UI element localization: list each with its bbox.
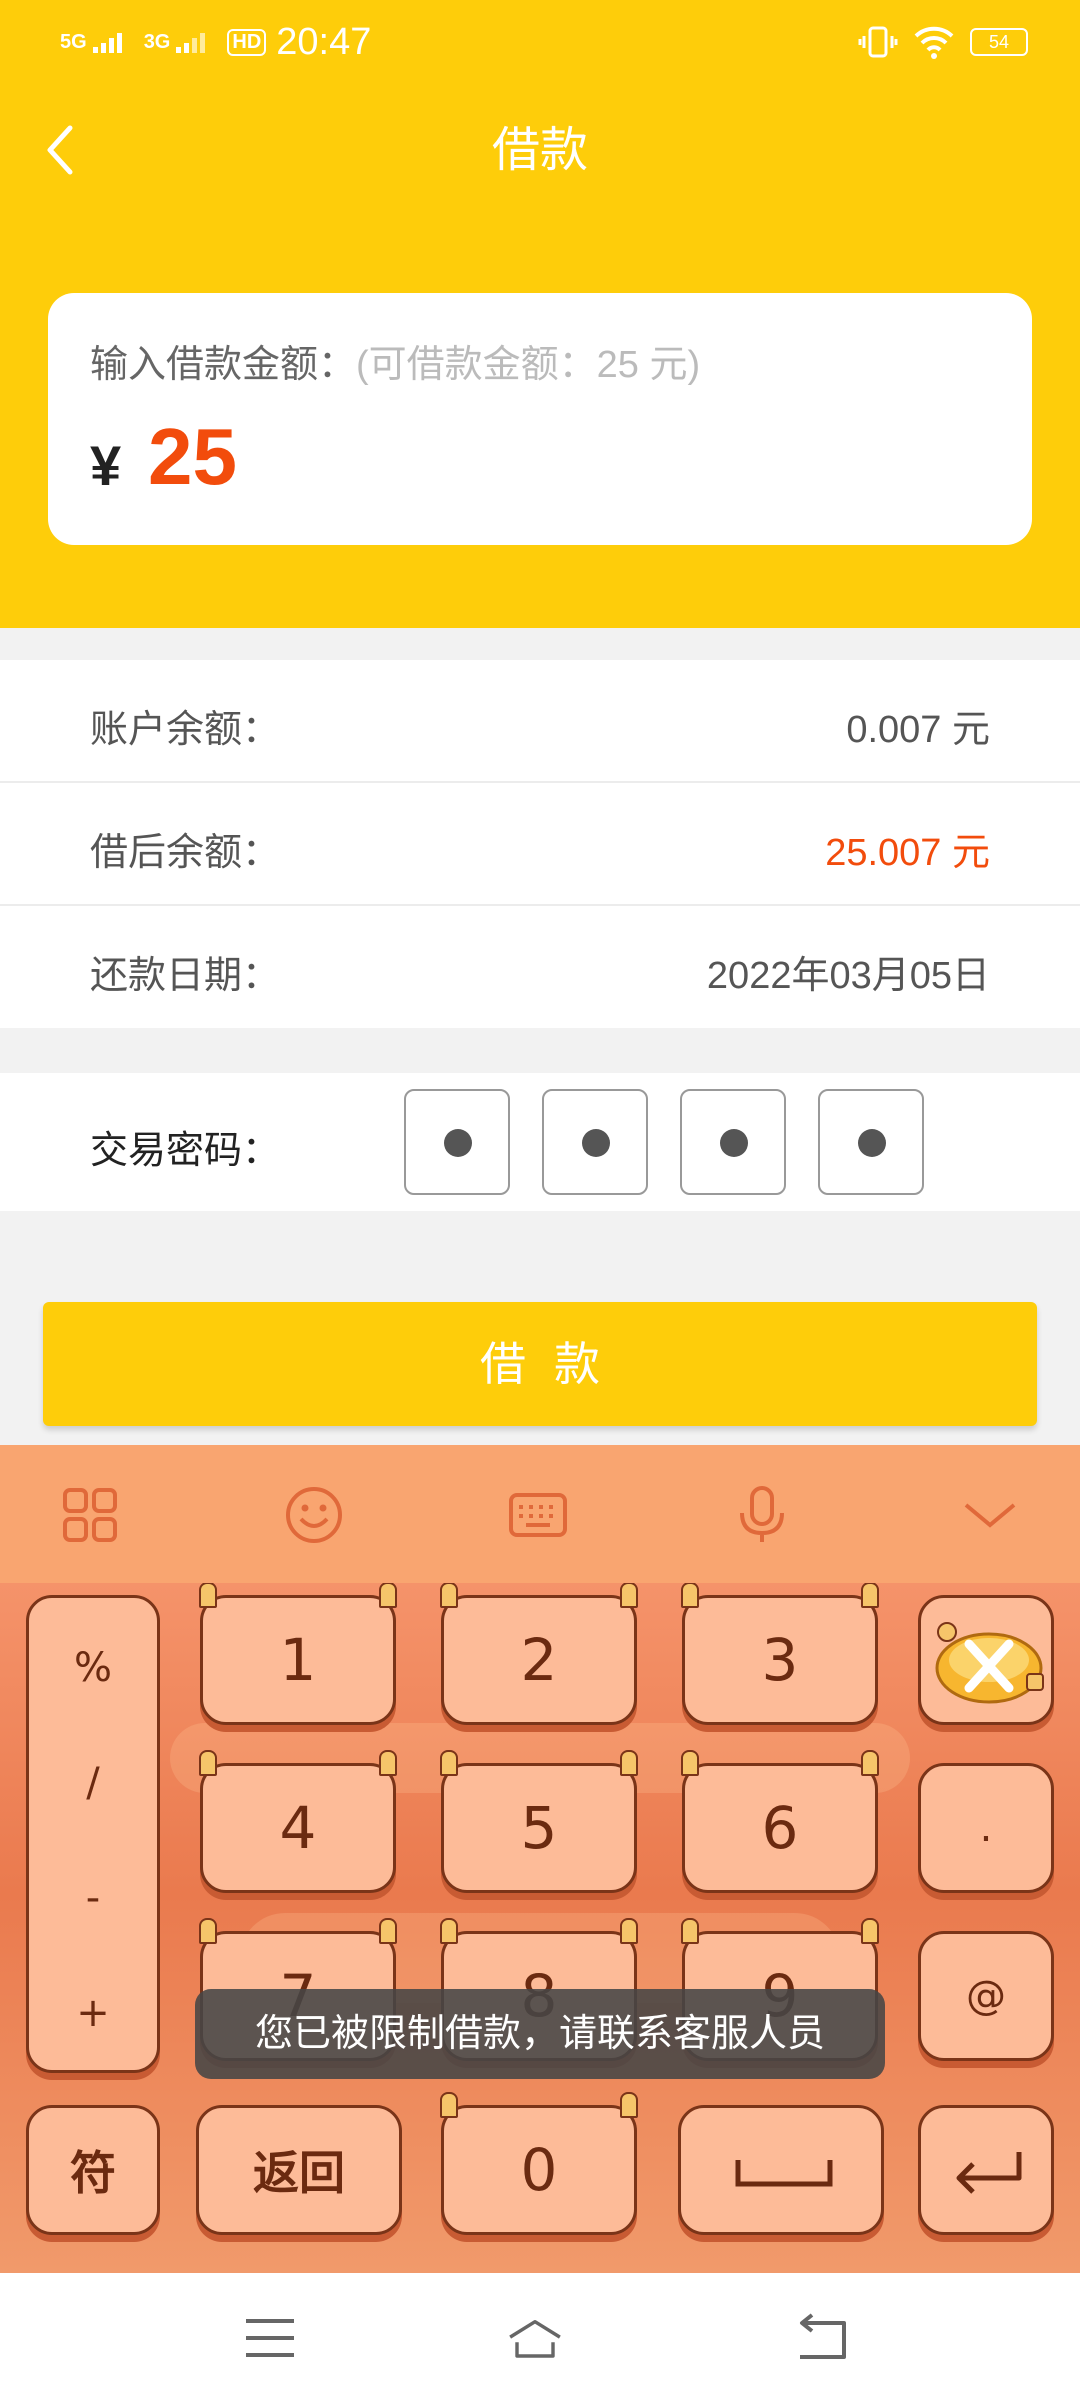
password-dot	[582, 1129, 610, 1157]
symbols-key-label: 符	[70, 2146, 116, 2200]
password-dot	[444, 1129, 472, 1157]
balance-after-row: 借后余额： 25.007 元	[0, 783, 1080, 905]
minus-key-label: -	[85, 1875, 101, 1921]
toast-message: 您已被限制借款，请联系客服人员	[195, 1989, 885, 2079]
signal-bars-icon	[92, 31, 122, 53]
key-3-label: 3	[761, 1626, 799, 1694]
available-amount-hint: (可借款金额：25 元)	[356, 344, 701, 386]
back-icon[interactable]	[790, 2313, 850, 2363]
symbols-key[interactable]: 符	[26, 2105, 160, 2235]
keyboard: % / - + 1 2 3 4 5 6 7 8 9 . @ 符 返回 0	[0, 1583, 1080, 2273]
navigation-bar	[0, 2273, 1080, 2400]
keyboard-toolbar	[0, 1445, 1080, 1583]
password-row: 交易密码：	[0, 1073, 1080, 1211]
amount-card: 输入借款金额：(可借款金额：25 元) ¥ 25	[48, 293, 1032, 545]
signal-label-1: 5G	[60, 31, 87, 53]
space-icon	[735, 2160, 833, 2187]
key-5[interactable]: 5	[440, 1750, 638, 1893]
key-5-label: 5	[520, 1794, 558, 1862]
key-1[interactable]: 1	[199, 1583, 397, 1725]
space-key[interactable]	[678, 2105, 884, 2235]
password-digit-box[interactable]	[542, 1089, 648, 1195]
key-2-label: 2	[520, 1626, 558, 1694]
key-0[interactable]: 0	[440, 2092, 638, 2235]
return-key-label: 返回	[253, 2146, 345, 2200]
account-balance-row: 账户余额： 0.007 元	[0, 660, 1080, 782]
repayment-date-row: 还款日期： 2022年03月05日	[0, 906, 1080, 1028]
repayment-date-label: 还款日期：	[90, 955, 281, 997]
battery-level: 54	[988, 32, 1010, 52]
repayment-date-value: 2022年03月05日	[706, 955, 990, 997]
password-digit-box[interactable]	[680, 1089, 786, 1195]
signal-label-2: 3G	[143, 31, 171, 53]
microphone-icon[interactable]	[732, 1485, 792, 1545]
account-balance-label: 账户余额：	[90, 709, 281, 751]
menu-icon[interactable]	[240, 2313, 300, 2363]
hd-badge: HD	[227, 28, 267, 56]
red-envelope-icon	[935, 1622, 1044, 1704]
amount-input[interactable]: 25	[148, 411, 237, 503]
at-key-label: @	[966, 1973, 1006, 2019]
chevron-down-icon[interactable]	[960, 1485, 1020, 1545]
home-icon[interactable]	[505, 2313, 565, 2363]
key-6[interactable]: 6	[681, 1750, 879, 1893]
dot-key-label: .	[979, 1805, 993, 1851]
status-bar-right: 54	[858, 14, 1028, 70]
emoji-icon[interactable]	[284, 1485, 344, 1545]
key-3[interactable]: 3	[681, 1583, 879, 1725]
account-balance-value: 0.007 元	[846, 709, 990, 751]
key-4[interactable]: 4	[199, 1750, 397, 1893]
status-bar-left: 5G 3G HD 20:47	[60, 14, 371, 70]
red-envelope-key[interactable]	[918, 1595, 1054, 1725]
grid-icon[interactable]	[60, 1485, 120, 1545]
amount-label-text: 输入借款金额：	[90, 344, 357, 386]
plus-key-label: +	[76, 1990, 110, 2036]
vibrate-icon	[858, 26, 898, 58]
wifi-icon	[914, 26, 954, 59]
key-4-label: 4	[279, 1794, 317, 1862]
password-digit-box[interactable]	[404, 1089, 510, 1195]
balance-after-label: 借后余额：	[90, 832, 281, 874]
battery-icon: 54	[970, 28, 1028, 56]
page-title: 借款	[491, 124, 588, 177]
dot-key[interactable]: .	[918, 1763, 1054, 1893]
password-dot	[720, 1129, 748, 1157]
password-label: 交易密码：	[90, 1130, 281, 1172]
password-dot	[858, 1129, 886, 1157]
key-2[interactable]: 2	[440, 1583, 638, 1725]
signal-bars-icon	[176, 31, 206, 53]
clock: 20:47	[276, 20, 372, 63]
enter-key[interactable]	[918, 2105, 1054, 2235]
slash-key-label: /	[86, 1760, 100, 1806]
symbols-column-key[interactable]: % / - +	[26, 1595, 160, 2073]
currency-symbol: ¥	[90, 434, 122, 497]
borrow-button[interactable]: 借款	[43, 1302, 1037, 1426]
percent-key-label: %	[73, 1645, 112, 1691]
balance-after-value: 25.007 元	[825, 832, 990, 874]
key-6-label: 6	[761, 1794, 799, 1862]
enter-icon	[956, 2152, 1022, 2194]
return-key[interactable]: 返回	[196, 2105, 402, 2235]
keyboard-icon[interactable]	[508, 1485, 568, 1545]
amount-label: 输入借款金额：(可借款金额：25 元)	[90, 333, 700, 388]
key-1-label: 1	[279, 1626, 317, 1694]
at-key[interactable]: @	[918, 1931, 1054, 2061]
password-digit-box[interactable]	[818, 1089, 924, 1195]
key-0-label: 0	[520, 2136, 558, 2204]
